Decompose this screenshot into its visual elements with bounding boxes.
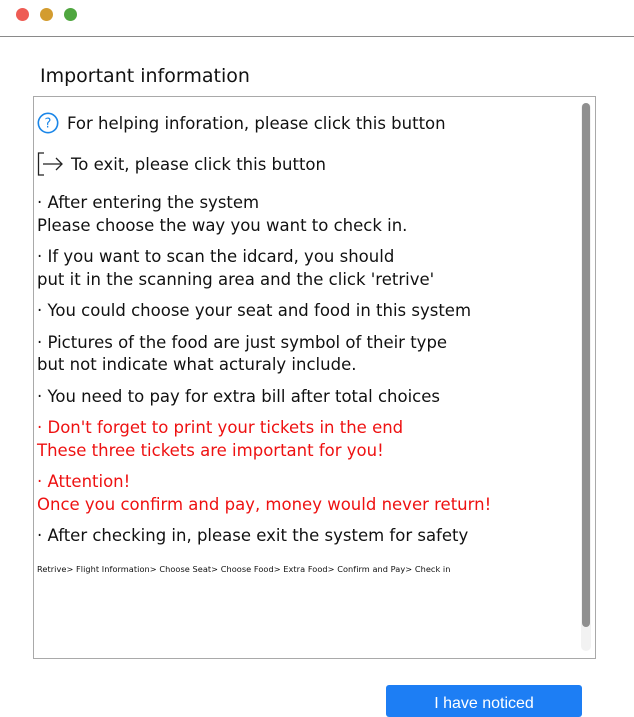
instruction-scan-idcard: · If you want to scan the idcard, you sh… [37,246,572,291]
instruction-line: · If you want to scan the idcard, you sh… [37,247,395,266]
warning-line: · Attention! [37,472,131,491]
warning-line: Once you confirm and pay, money would ne… [37,494,492,514]
instruction-exit-safety: · After checking in, please exit the sys… [37,525,572,548]
exit-instruction: To exit, please click this button [37,145,572,183]
notice-window: Important information ? For helping info… [0,0,634,717]
help-instruction-text: For helping inforation, please click thi… [67,113,446,133]
scrollbar-thumb[interactable] [582,103,590,627]
instruction-line: · Pictures of the food are just symbol o… [37,332,448,352]
exit-arrow-icon [37,152,63,176]
instruction-seat-food: · You could choose your seat and food in… [37,300,572,323]
exit-instruction-text: To exit, please click this button [71,154,326,174]
maximize-window-button[interactable] [64,8,77,21]
process-flow-text: Retrive> Flight Information> Choose Seat… [37,563,451,574]
instruction-line: put it in the scanning area and the clic… [37,269,435,289]
minimize-window-button[interactable] [40,8,53,21]
svg-text:?: ? [45,117,52,132]
warning-print-tickets: · Don't forget to print your tickets in … [37,417,572,462]
page-title: Important information [40,65,250,87]
instruction-entering: · After entering the system Please choos… [37,192,572,237]
warning-line: · Don't forget to print your tickets in … [37,418,404,437]
warning-no-refund: · Attention! Once you confirm and pay, m… [37,471,572,516]
warning-line: These three tickets are important for yo… [37,440,384,460]
noticed-button[interactable]: I have noticed [386,685,582,717]
instruction-food-pictures: · Pictures of the food are just symbol o… [37,332,572,377]
question-circle-icon: ? [37,112,59,134]
instruction-line: · After entering the system [37,193,260,212]
instruction-line: · You need to pay for extra bill after t… [37,386,440,406]
title-bar [0,0,634,37]
help-instruction: ? For helping inforation, please click t… [37,101,572,145]
instruction-line: but not indicate what acturaly include. [37,355,357,374]
instruction-line: Please choose the way you want to check … [37,215,408,235]
instruction-line: · After checking in, please exit the sys… [37,526,469,545]
information-panel: ? For helping inforation, please click t… [33,96,596,659]
information-content: ? For helping inforation, please click t… [37,101,572,574]
vertical-scrollbar[interactable] [581,103,591,651]
instruction-line: · You could choose your seat and food in… [37,301,472,320]
instruction-extra-bill: · You need to pay for extra bill after t… [37,386,572,409]
close-window-button[interactable] [16,8,29,21]
